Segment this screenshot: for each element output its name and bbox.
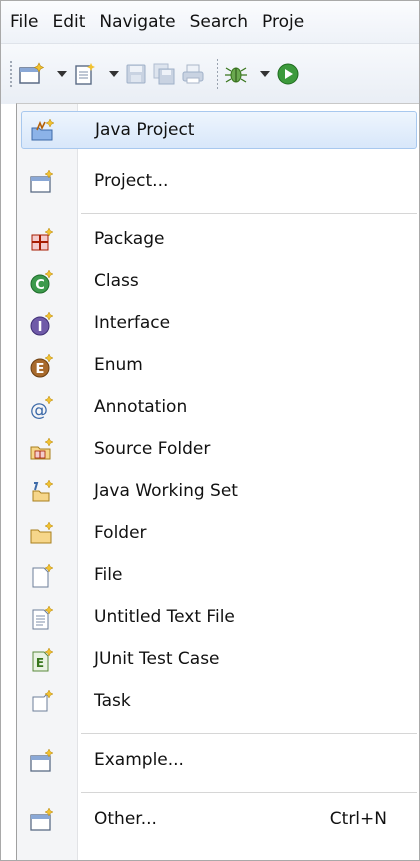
menu-navigate[interactable]: Navigate xyxy=(92,1,182,43)
menu-search[interactable]: Search xyxy=(183,1,255,43)
debug-icon xyxy=(225,67,247,83)
menu-item-example[interactable]: Example... xyxy=(21,742,417,780)
menu-item-label: Package xyxy=(94,229,165,249)
print-icon xyxy=(182,64,204,84)
menu-item-label: Annotation xyxy=(94,397,188,417)
menu-item-other[interactable]: Other... Ctrl+N xyxy=(21,801,417,839)
new-wizard-dropdown-arrow[interactable] xyxy=(57,71,67,77)
new-wizard-icon xyxy=(19,62,45,84)
task-icon xyxy=(32,689,54,712)
annotation-icon: @ xyxy=(30,395,54,421)
menu-item-label: Example... xyxy=(94,750,184,770)
folder-icon xyxy=(30,521,54,544)
print-button[interactable] xyxy=(181,63,205,85)
menu-item-label: Task xyxy=(94,691,131,711)
menu-item-java-project[interactable]: Java Project xyxy=(21,111,417,149)
save-all-icon xyxy=(153,63,175,85)
eclipse-window: File Edit Navigate Search Proje Java Pro… xyxy=(0,0,420,861)
enum-icon: E xyxy=(30,353,54,378)
new-file-button[interactable] xyxy=(73,62,97,86)
svg-text:E: E xyxy=(36,362,45,377)
toolbar xyxy=(1,44,419,104)
debug-dropdown-arrow[interactable] xyxy=(260,71,270,77)
menu-item-source-folder[interactable]: Source Folder xyxy=(21,431,417,469)
junit-icon: E xyxy=(32,647,54,672)
menu-item-label: Class xyxy=(94,271,139,291)
new-file-dropdown-arrow[interactable] xyxy=(109,71,119,77)
menu-separator xyxy=(81,733,417,734)
class-icon: C xyxy=(30,269,54,294)
menu-edit[interactable]: Edit xyxy=(45,1,92,43)
example-icon xyxy=(30,748,54,772)
menu-item-java-working-set[interactable]: Java Working Set xyxy=(21,473,417,511)
menu-item-class[interactable]: C Class xyxy=(21,263,417,301)
menu-item-enum[interactable]: E Enum xyxy=(21,347,417,385)
menu-file[interactable]: File xyxy=(1,1,45,43)
interface-icon: I xyxy=(30,311,54,336)
menu-item-label: Untitled Text File xyxy=(94,607,235,627)
menu-item-task[interactable]: Task xyxy=(21,683,417,721)
text-file-icon xyxy=(32,605,54,630)
menu-item-label: File xyxy=(94,565,123,585)
svg-text:I: I xyxy=(38,320,43,335)
menu-project[interactable]: Proje xyxy=(255,1,311,43)
menu-separator xyxy=(81,792,417,793)
source-folder-icon xyxy=(30,437,54,460)
menu-item-label: Project... xyxy=(94,171,169,191)
toolbar-grip[interactable] xyxy=(9,60,13,88)
svg-text:C: C xyxy=(35,278,45,293)
other-icon xyxy=(30,807,54,831)
menu-item-label: Source Folder xyxy=(94,439,211,459)
project-icon xyxy=(30,169,54,193)
run-button[interactable] xyxy=(276,62,300,86)
save-icon xyxy=(126,64,146,84)
svg-text:@: @ xyxy=(30,400,48,421)
menu-item-file[interactable]: File xyxy=(21,557,417,595)
menu-item-untitled-text-file[interactable]: Untitled Text File xyxy=(21,599,417,637)
debug-button[interactable] xyxy=(224,62,248,86)
new-wizard-button[interactable] xyxy=(19,62,45,86)
file-icon xyxy=(32,563,54,588)
menu-item-label: Java Working Set xyxy=(94,481,238,501)
toolbar-separator xyxy=(217,59,218,89)
run-icon xyxy=(277,63,299,85)
menu-item-folder[interactable]: Folder xyxy=(21,515,417,553)
menu-item-annotation[interactable]: @ Annotation xyxy=(21,389,417,427)
menu-item-junit-test-case[interactable]: E JUnit Test Case xyxy=(21,641,417,679)
menu-separator xyxy=(81,213,417,214)
menu-item-label: Other... xyxy=(94,809,157,829)
shortcut-label: Ctrl+N xyxy=(329,809,387,829)
menu-item-interface[interactable]: I Interface xyxy=(21,305,417,343)
menu-item-label: Enum xyxy=(94,355,143,375)
menu-bar: File Edit Navigate Search Proje xyxy=(1,1,419,44)
menu-item-package[interactable]: Package xyxy=(21,221,417,259)
package-icon xyxy=(31,227,54,251)
svg-text:E: E xyxy=(36,656,44,670)
menu-item-label: Java Project xyxy=(95,120,195,140)
menu-item-label: Interface xyxy=(94,313,171,333)
new-file-icon xyxy=(75,63,95,85)
menu-item-label: Folder xyxy=(94,523,147,543)
save-all-button[interactable] xyxy=(153,63,175,85)
save-button[interactable] xyxy=(125,63,147,85)
menu-item-label: JUnit Test Case xyxy=(94,649,220,669)
java-project-icon xyxy=(31,118,55,141)
menu-item-project[interactable]: Project... xyxy=(21,163,417,201)
new-wizard-menu: Java Project Project... Package C Class … xyxy=(16,103,419,860)
working-set-icon xyxy=(32,479,54,502)
